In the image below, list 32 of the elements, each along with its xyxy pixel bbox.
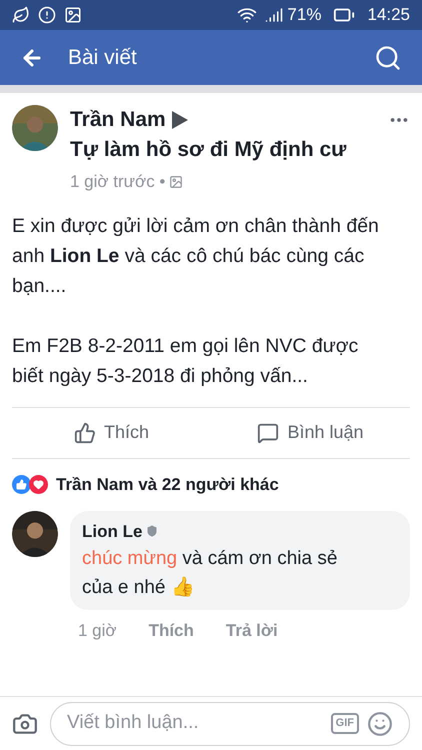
post-time: 1 giờ trước • bbox=[70, 171, 166, 193]
comment-time: 1 giờ bbox=[78, 620, 117, 642]
battery-percent: 71% bbox=[287, 4, 322, 26]
battery-saver-icon bbox=[12, 6, 30, 24]
alert-icon bbox=[38, 6, 56, 24]
page-title: Bài viết bbox=[68, 44, 137, 71]
triangle-right-icon bbox=[172, 111, 188, 129]
comment-button[interactable]: Bình luận bbox=[211, 408, 410, 458]
like-reaction-icon bbox=[12, 475, 31, 494]
photo-icon bbox=[169, 174, 184, 189]
reply-link[interactable]: Trả lời bbox=[226, 618, 278, 644]
gif-button[interactable]: GIF bbox=[330, 713, 359, 734]
reactions-summary[interactable]: Trần Nam và 22 người khác bbox=[56, 472, 279, 498]
comment-input[interactable]: Viết bình luận... GIF bbox=[50, 702, 410, 746]
post-text: E xin được gửi lời cảm ơn chân thành đến anh Lion Le và các cô chú bác cùng các bạn.... bbox=[12, 214, 380, 298]
comment-author[interactable]: Lion Le bbox=[82, 518, 142, 544]
love-reaction-icon bbox=[29, 475, 48, 494]
clock: 14:25 bbox=[367, 4, 410, 26]
emoji-icon[interactable] bbox=[367, 710, 393, 736]
signal-icon bbox=[265, 6, 284, 24]
thumbs-up-icon bbox=[74, 422, 96, 444]
avatar[interactable] bbox=[12, 510, 58, 556]
image-icon bbox=[64, 6, 82, 24]
like-link[interactable]: Thích bbox=[148, 618, 194, 644]
comment-text: chúc mừng và cám ơn chia sẻ của e nhé 👍 bbox=[82, 547, 338, 600]
post-text: Em F2B 8-2-2011 em gọi lên NVC được biết ngày 5-3-2018 đi phỏng vấn... bbox=[12, 334, 360, 388]
like-button[interactable]: Thích bbox=[12, 408, 211, 458]
search-icon[interactable] bbox=[374, 44, 402, 72]
group-name[interactable]: Tự làm hồ sơ đi Mỹ định cư bbox=[70, 135, 346, 165]
speech-bubble-icon bbox=[257, 422, 280, 444]
author-name[interactable]: Trần Nam bbox=[70, 105, 166, 135]
badge-icon bbox=[146, 525, 158, 538]
